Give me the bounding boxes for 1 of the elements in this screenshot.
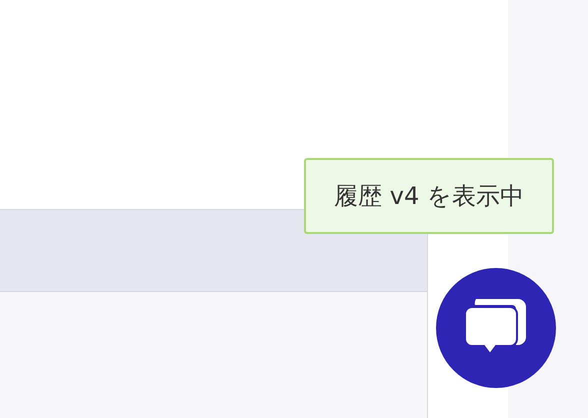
status-tooltip: 履歴 v4 を表示中 [304, 158, 554, 234]
